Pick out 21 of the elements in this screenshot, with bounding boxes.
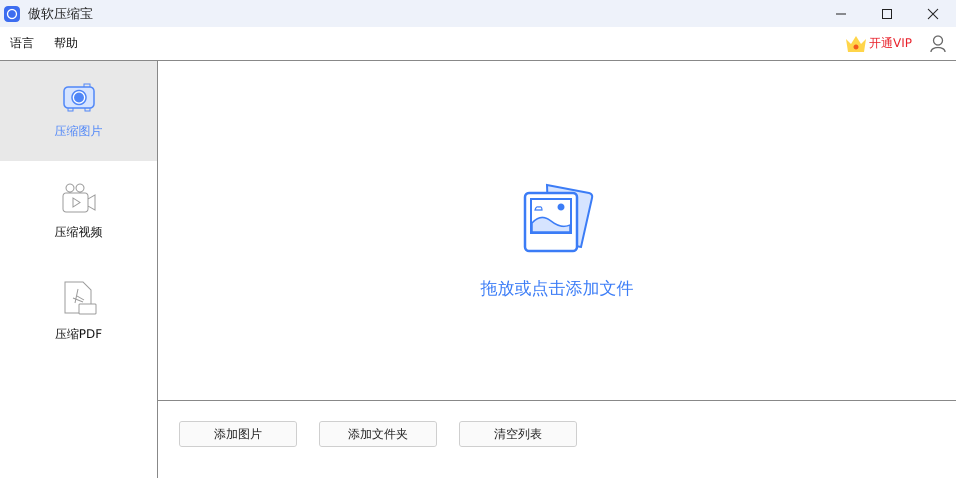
close-icon — [927, 8, 939, 20]
vip-button[interactable]: 开通VIP — [845, 34, 912, 52]
sidebar-label: 压缩视频 — [54, 224, 102, 240]
video-camera-icon — [60, 182, 96, 214]
crown-icon — [845, 34, 868, 52]
toolbar-button[interactable]: 清空列表 — [459, 421, 577, 447]
user-icon[interactable] — [930, 34, 946, 52]
camera-icon — [62, 82, 96, 112]
sidebar-label: 压缩PDF — [54, 326, 102, 342]
app-logo-icon — [4, 6, 20, 22]
drop-zone[interactable]: 拖放或点击添加文件 — [158, 61, 956, 401]
drop-hint: 拖放或点击添加文件 — [480, 278, 634, 300]
menu-item[interactable]: 语言 — [10, 35, 34, 52]
sidebar-label: 压缩图片 — [54, 122, 102, 140]
menu-item[interactable]: 帮助 — [54, 35, 78, 52]
toolbar-button[interactable]: 添加图片 — [179, 421, 297, 447]
window-title: 傲软压缩宝 — [28, 6, 94, 22]
maximize-icon — [881, 8, 893, 20]
toolbar-button[interactable]: 添加文件夹 — [319, 421, 437, 447]
sidebar-item[interactable]: 压缩视频 — [0, 161, 157, 261]
sidebar-item[interactable]: 压缩PDF — [0, 261, 157, 361]
